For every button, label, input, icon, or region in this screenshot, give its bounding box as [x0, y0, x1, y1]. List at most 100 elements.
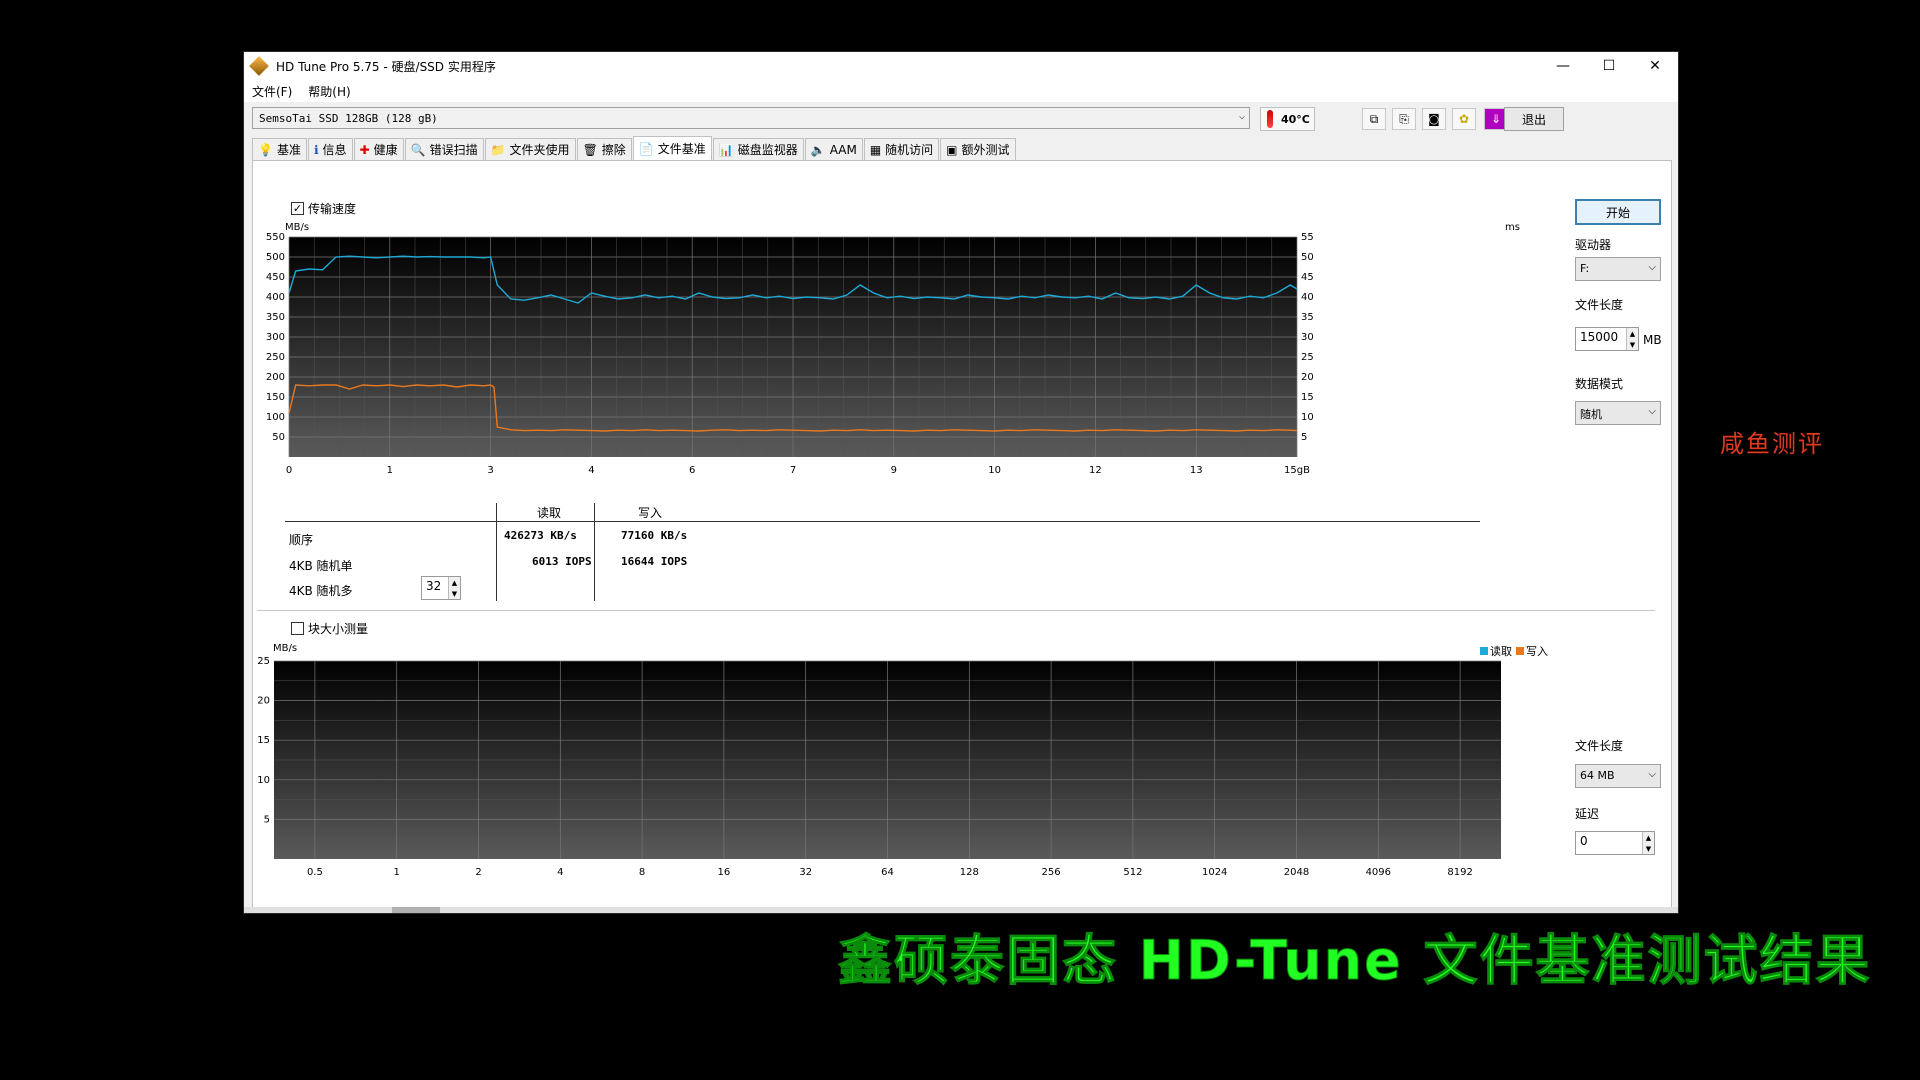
- tab-label: 信息: [322, 143, 347, 157]
- row-label-4k-single: 4KB 随机单: [289, 559, 353, 573]
- y-tick-label: 200: [266, 372, 285, 383]
- file-length-unit: MB: [1643, 333, 1662, 347]
- tab-label: 擦除: [601, 143, 626, 157]
- horizontal-scrollbar[interactable]: [244, 907, 1678, 913]
- checkbox-box: [291, 622, 304, 635]
- x-tick-label: 8192: [1447, 867, 1472, 878]
- info-icon: ℹ: [313, 142, 319, 157]
- x-tick-label: 13: [1190, 465, 1203, 476]
- temperature-indicator: 40°C: [1260, 107, 1315, 131]
- y-tick-label: 15: [257, 735, 270, 746]
- seq-read-value: 426273 KB/s: [504, 529, 577, 542]
- menu-file[interactable]: 文件(F): [244, 83, 300, 100]
- start-button[interactable]: 开始: [1575, 199, 1661, 225]
- spin-up-icon[interactable]: ▲: [1630, 330, 1635, 338]
- minimize-button[interactable]: —: [1540, 52, 1586, 80]
- x-tick-label: 3: [487, 465, 493, 476]
- table-divider: [496, 503, 497, 601]
- x-tick-label: 6: [689, 465, 695, 476]
- health-cross-icon: ✚: [359, 142, 370, 157]
- tab-aam[interactable]: 🔈 AAM: [804, 138, 863, 160]
- copy-info-icon[interactable]: ⧉: [1362, 108, 1386, 130]
- scrollbar-thumb[interactable]: [392, 907, 440, 913]
- drive-dropdown[interactable]: F: ⌵: [1575, 257, 1661, 281]
- row-label-4k-multi: 4KB 随机多: [289, 584, 353, 598]
- tab-benchmark[interactable]: 💡 基准: [252, 138, 307, 160]
- y-tick-label: 50: [272, 432, 285, 443]
- x-tick-label: 256: [1042, 867, 1061, 878]
- tab-folder-usage[interactable]: 📁 文件夹使用: [484, 138, 576, 160]
- y2-tick-label: 30: [1301, 332, 1314, 343]
- table-divider: [594, 503, 595, 601]
- table-rule: [285, 521, 1480, 522]
- y2-tick-label: 10: [1301, 412, 1314, 423]
- y2-tick-label: 45: [1301, 272, 1314, 283]
- block-size-label: 块大小测量: [308, 622, 369, 636]
- x-tick-label: 10: [988, 465, 1001, 476]
- 4k-single-write-value: 16644 IOPS: [621, 555, 688, 568]
- y2-tick-label: 40: [1301, 292, 1314, 303]
- 4k-single-read-value: 6013 IOPS: [532, 555, 592, 568]
- tab-health[interactable]: ✚ 健康: [353, 138, 404, 160]
- delay-label: 延迟: [1575, 807, 1600, 821]
- data-mode-value: 随机: [1580, 408, 1602, 421]
- menu-help[interactable]: 帮助(H): [300, 83, 358, 100]
- x-tick-label: 4: [588, 465, 594, 476]
- x-tick-label: 9: [891, 465, 897, 476]
- spin-up-icon[interactable]: ▲: [452, 579, 457, 587]
- y2-tick-label: 15: [1301, 392, 1314, 403]
- tab-label: 文件夹使用: [509, 143, 570, 157]
- block-file-length-dropdown[interactable]: 64 MB ⌵: [1575, 764, 1661, 788]
- x-tick-label: 2048: [1284, 867, 1309, 878]
- options-icon[interactable]: ✿: [1452, 108, 1476, 130]
- tab-info[interactable]: ℹ 信息: [307, 138, 353, 160]
- y-tick-label: 250: [266, 352, 285, 363]
- screenshot-camera-icon[interactable]: ◙: [1422, 108, 1446, 130]
- tab-disk-monitor[interactable]: 📊 磁盘监视器: [712, 138, 804, 160]
- y-tick-label: 25: [257, 656, 270, 667]
- file-length-label: 文件长度: [1575, 298, 1624, 312]
- transfer-speed-checkbox[interactable]: ✓ 传输速度: [291, 200, 356, 217]
- y-tick-label: 150: [266, 392, 285, 403]
- trash-icon: 🗑: [582, 142, 598, 157]
- file-length-value: 15000: [1580, 330, 1619, 344]
- tab-file-benchmark[interactable]: 📄 文件基准: [632, 136, 712, 160]
- y-tick-label: 350: [266, 312, 285, 323]
- temperature-value: 40°C: [1281, 112, 1310, 126]
- y-tick-label: 450: [266, 272, 285, 283]
- data-mode-dropdown[interactable]: 随机 ⌵: [1575, 401, 1661, 425]
- chevron-down-icon: ⌵: [1648, 262, 1656, 273]
- checkbox-box: ✓: [291, 202, 304, 215]
- copy-report-icon[interactable]: ⎘: [1392, 108, 1416, 130]
- magnifier-icon: 🔍: [410, 142, 426, 157]
- x-tick-label: 0.5: [307, 867, 323, 878]
- y-tick-label: 300: [266, 332, 285, 343]
- queue-depth-stepper[interactable]: 32 ▲ ▼: [421, 576, 461, 600]
- spin-up-icon[interactable]: ▲: [1646, 834, 1651, 842]
- app-window: HD Tune Pro 5.75 - 硬盘/SSD 实用程序 — ☐ ✕ 文件(…: [243, 51, 1679, 914]
- file-length-stepper[interactable]: 15000 ▲ ▼: [1575, 327, 1639, 351]
- y2-tick-label: 20: [1301, 372, 1314, 383]
- drive-select[interactable]: SemsoTai SSD 128GB (128 gB) ⌵: [252, 107, 1250, 129]
- tab-error-scan[interactable]: 🔍 错误扫描: [404, 138, 484, 160]
- tab-erase[interactable]: 🗑 擦除: [576, 138, 632, 160]
- exit-button[interactable]: 退出: [1504, 107, 1564, 131]
- block-size-checkbox[interactable]: 块大小测量: [291, 620, 368, 637]
- header-write: 写入: [638, 506, 663, 520]
- delay-stepper[interactable]: 0 ▲ ▼: [1575, 831, 1655, 855]
- close-button[interactable]: ✕: [1632, 52, 1678, 80]
- header-read: 读取: [537, 506, 562, 520]
- spin-down-icon[interactable]: ▼: [452, 590, 457, 598]
- tab-random-access[interactable]: ▦ 随机访问: [863, 138, 940, 160]
- spin-down-icon[interactable]: ▼: [1646, 845, 1651, 853]
- file-benchmark-icon: 📄: [638, 141, 654, 156]
- tab-label: 健康: [373, 143, 398, 157]
- spin-down-icon[interactable]: ▼: [1630, 341, 1635, 349]
- x-tick-label: 15gB: [1284, 465, 1310, 476]
- toolbar: SemsoTai SSD 128GB (128 gB) ⌵ 40°C ⧉ ⎘ ◙…: [244, 102, 1678, 136]
- x-tick-label: 32: [799, 867, 812, 878]
- tab-extra-tests[interactable]: ▣ 额外测试: [940, 138, 1016, 160]
- thermometer-icon: [1267, 110, 1273, 128]
- y-tick-label: 400: [266, 292, 285, 303]
- maximize-button[interactable]: ☐: [1586, 52, 1632, 80]
